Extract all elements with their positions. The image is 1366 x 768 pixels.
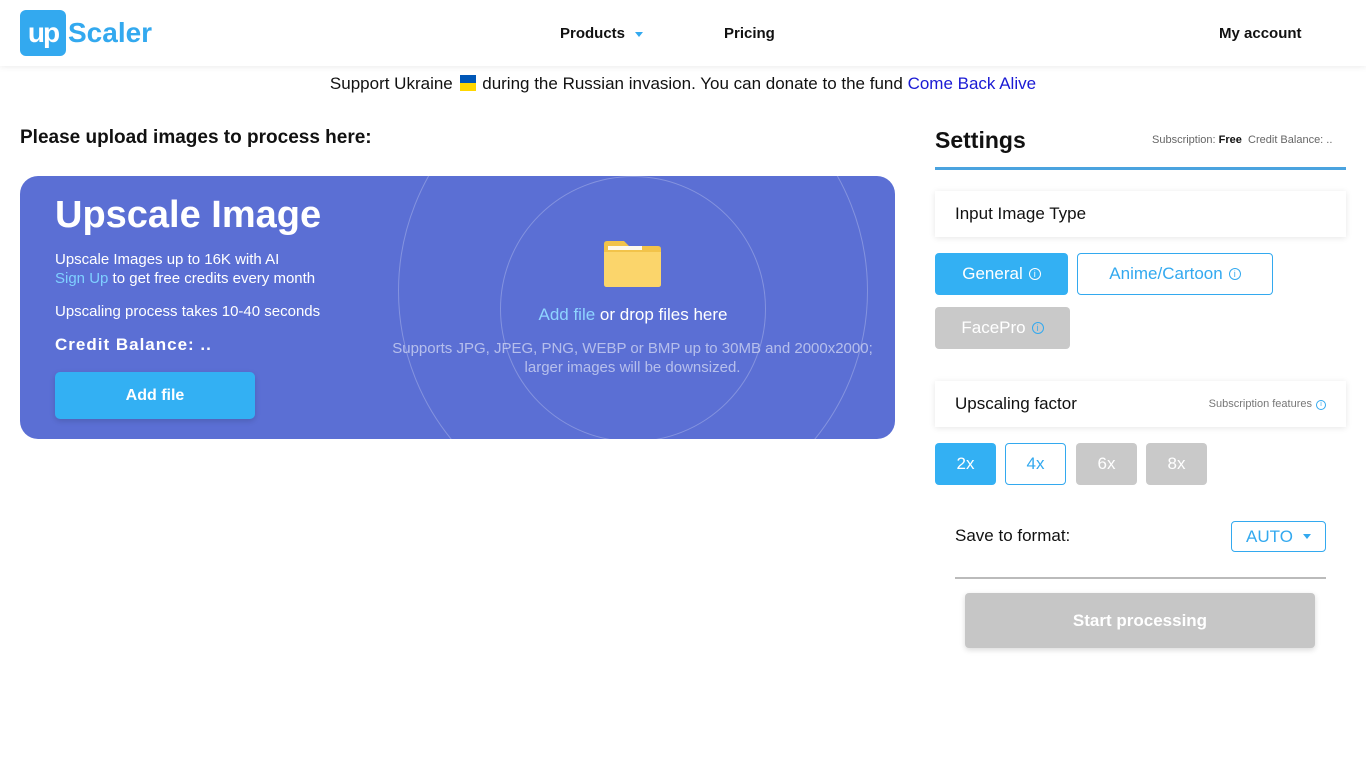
upload-dropzone[interactable]: Upscale Image Upscale Images up to 16K w… (20, 176, 895, 439)
type-facepro-button[interactable]: FacePro i (935, 307, 1070, 349)
type-general-label: General (962, 264, 1023, 283)
subscription-features[interactable]: Subscription features i (1209, 398, 1326, 410)
chevron-down-icon (635, 31, 644, 37)
factor-4x-button[interactable]: 4x (1005, 443, 1066, 485)
chevron-down-icon (1302, 534, 1311, 539)
add-file-button[interactable]: Add file (55, 372, 255, 419)
input-image-type-label: Input Image Type (955, 204, 1087, 223)
format-select[interactable]: AUTO (1231, 521, 1326, 552)
nav-pricing[interactable]: Pricing (724, 25, 775, 42)
nav-products[interactable]: Products (560, 25, 644, 42)
upscaling-factor-label: Upscaling factor (955, 394, 1077, 413)
card-title: Upscale Image (55, 194, 322, 236)
signup-rest: to get free credits every month (112, 270, 316, 287)
save-format-label: Save to format: (955, 526, 1071, 545)
card-line-signup: Sign Up to get free credits every month (55, 270, 315, 287)
settings-credit-balance: Credit Balance: .. (1248, 134, 1333, 146)
factor-6x-button[interactable]: 6x (1076, 443, 1137, 485)
factor-8x-button[interactable]: 8x (1146, 443, 1207, 485)
drop-rest: or drop files here (599, 305, 728, 324)
format-divider (955, 577, 1326, 579)
ukraine-banner: Support Ukraine during the Russian invas… (0, 74, 1366, 94)
nav-my-account[interactable]: My account (1219, 25, 1302, 42)
settings-title: Settings (935, 127, 1026, 153)
supported-formats-note: Supports JPG, JPEG, PNG, WEBP or BMP up … (375, 339, 890, 377)
logo[interactable]: up Scaler (20, 10, 152, 56)
input-image-type-panel: Input Image Type (935, 191, 1346, 237)
come-back-alive-link[interactable]: Come Back Alive (908, 74, 1037, 93)
upload-section-title: Please upload images to process here: (20, 127, 372, 148)
factor-2x-button[interactable]: 2x (935, 443, 996, 485)
logo-text: Scaler (68, 17, 153, 48)
type-anime-label: Anime/Cartoon (1109, 264, 1223, 283)
drop-add-file-link[interactable]: Add file (538, 305, 595, 324)
info-icon[interactable]: i (1028, 268, 1041, 280)
subscription-info: Subscription: Free Credit Balance: .. (1152, 134, 1332, 146)
ukraine-flag-icon (459, 75, 476, 91)
sign-up-link[interactable]: Sign Up (55, 270, 108, 287)
subscription-features-label: Subscription features (1208, 398, 1312, 410)
info-icon: i (1316, 400, 1326, 410)
start-processing-button[interactable]: Start processing (965, 593, 1315, 648)
nav-products-label: Products (560, 25, 626, 42)
settings-divider (935, 167, 1346, 170)
type-facepro-label: FacePro (961, 318, 1026, 337)
type-general-button[interactable]: General i (935, 253, 1068, 295)
banner-text-before: Support Ukraine (329, 74, 453, 93)
header: up Scaler Products Pricing My account (0, 0, 1366, 66)
banner-text-after: during the Russian invasion. You can don… (482, 74, 903, 93)
subscription-label: Subscription: (1152, 134, 1216, 146)
logo-mark: up (20, 10, 66, 56)
type-anime-button[interactable]: Anime/Cartoon i (1077, 253, 1273, 295)
info-icon[interactable]: i (1228, 268, 1241, 280)
supports-line-2: larger images will be downsized. (524, 359, 741, 376)
card-line-duration: Upscaling process takes 10-40 seconds (55, 303, 321, 320)
info-icon[interactable]: i (1031, 322, 1044, 334)
drop-text: Add file or drop files here (398, 305, 868, 325)
format-select-value: AUTO (1246, 526, 1293, 546)
upscaling-factor-panel: Upscaling factor Subscription features i (935, 381, 1346, 427)
subscription-value: Free (1218, 134, 1242, 146)
folder-icon (604, 241, 661, 287)
card-line-16k: Upscale Images up to 16K with AI (55, 251, 280, 268)
credit-balance: Credit Balance: .. (55, 335, 212, 354)
supports-line-1: Supports JPG, JPEG, PNG, WEBP or BMP up … (392, 340, 873, 357)
